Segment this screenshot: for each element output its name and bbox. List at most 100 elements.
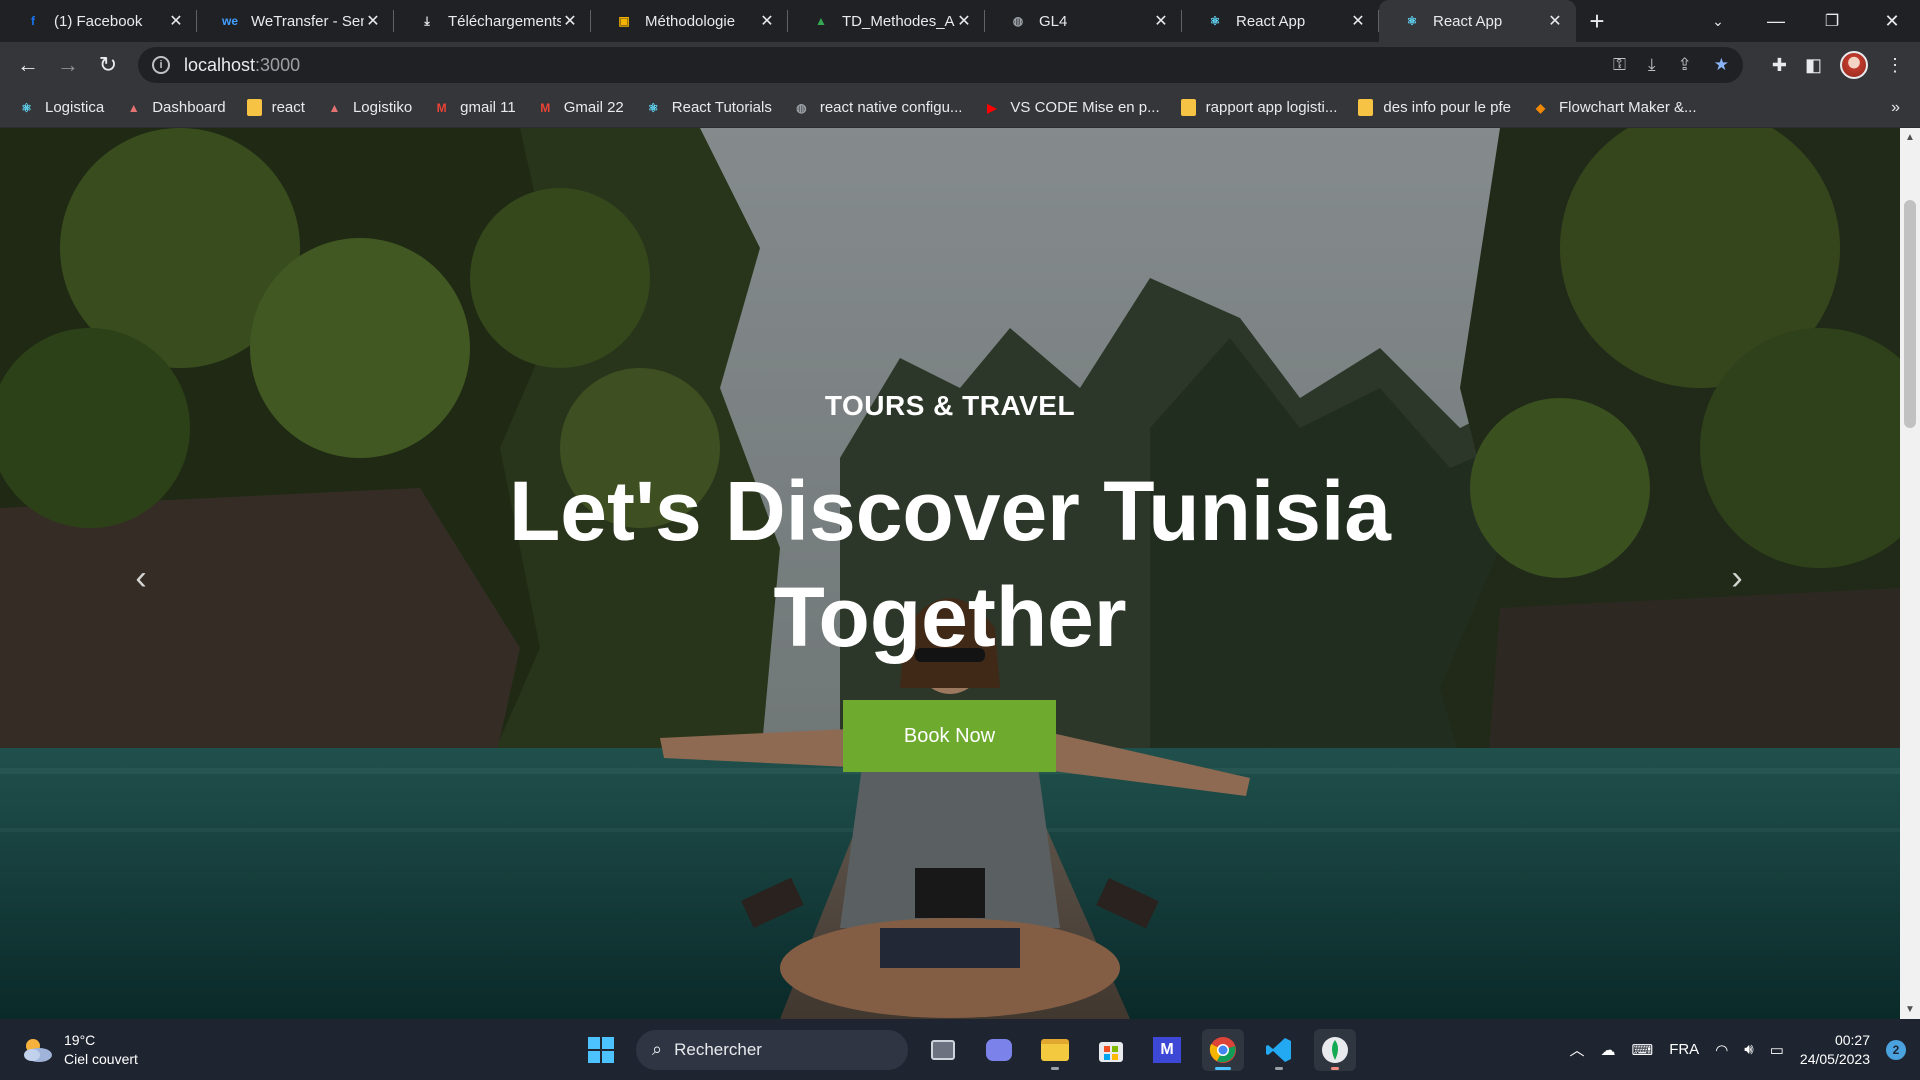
carousel-next-icon[interactable]: ›: [1712, 553, 1762, 603]
tab-close-icon[interactable]: ✕: [364, 11, 382, 31]
tab-close-icon[interactable]: ✕: [1546, 11, 1564, 31]
clock-time: 00:27: [1834, 1031, 1870, 1048]
windows-start-icon[interactable]: [580, 1029, 622, 1071]
close-window-button[interactable]: ✕: [1864, 0, 1920, 42]
bookmark-8[interactable]: ▶ VS CODE Mise en p...: [983, 99, 1159, 116]
scroll-down-icon[interactable]: ▼: [1900, 1004, 1920, 1015]
forward-button[interactable]: →: [48, 45, 88, 85]
browser-toolbar: ← → ↻ i localhost:3000 ⚿ ⤓ ⇪ ★ ✚ ◧ ⋮: [0, 42, 1920, 88]
install-app-icon[interactable]: ⤓: [1648, 55, 1656, 75]
tab-3[interactable]: ▣ Méthodologie ✕: [591, 0, 788, 42]
tab-close-icon[interactable]: ✕: [561, 11, 579, 31]
minimize-button[interactable]: —: [1748, 0, 1804, 42]
tab-close-icon[interactable]: ✕: [167, 11, 185, 31]
hero-subtitle: TOURS & TRAVEL: [824, 390, 1076, 421]
web-page: TOURS & TRAVEL Let's Discover Tunisia To…: [0, 128, 1900, 1019]
weather-widget[interactable]: 19°C Ciel couvert: [20, 1031, 138, 1069]
bookmark-0[interactable]: ⚛ Logistica: [18, 99, 104, 116]
system-tray: ︿ ☁ ⌨ FRA ◠ 🔊︎ ▭ 00:27 24/05/2023 2: [1570, 1019, 1906, 1080]
globe-icon: ◍: [1012, 14, 1024, 28]
bookmark-6[interactable]: ⚛ React Tutorials: [645, 99, 772, 116]
wetransfer-icon: we: [221, 14, 238, 28]
reload-button[interactable]: ↻: [88, 45, 128, 85]
bookmark-list: ⚛ Logistica ▲ Dashboard react ▲ Logistiko Mgmai…: [18, 99, 1718, 116]
back-button[interactable]: ←: [8, 45, 48, 85]
book-now-button[interactable]: Book Now: [843, 700, 1056, 772]
wifi-icon[interactable]: ◠: [1715, 1041, 1728, 1059]
vs-studio-icon[interactable]: M: [1146, 1029, 1188, 1071]
tab-close-icon[interactable]: ✕: [758, 11, 776, 31]
tab-title: (1) Facebook: [54, 12, 143, 30]
profile-avatar[interactable]: [1840, 51, 1868, 79]
address-bar-actions: ⚿ ⤓ ⇪ ★: [1613, 47, 1729, 83]
tab-search-icon[interactable]: ⌄: [1690, 0, 1746, 42]
folder-icon: [1358, 99, 1374, 116]
site-info-icon[interactable]: i: [152, 56, 170, 74]
tab-5[interactable]: ◍ GL4 ✕: [985, 0, 1182, 42]
tab-close-icon[interactable]: ✕: [955, 11, 973, 31]
bookmark-star-icon[interactable]: ★: [1714, 55, 1729, 75]
new-tab-button[interactable]: +: [1576, 0, 1618, 42]
gmail-icon: M: [436, 100, 447, 115]
scroll-up-icon[interactable]: ▲: [1900, 132, 1920, 143]
tab-title: GL4: [1039, 12, 1068, 30]
language-indicator[interactable]: FRA: [1669, 1041, 1699, 1058]
tab-title: WeTransfer - Send: [251, 12, 364, 30]
taskbar-search-input[interactable]: ⌕ Rechercher: [636, 1029, 908, 1070]
mongodb-compass-icon[interactable]: [1314, 1028, 1356, 1071]
react-icon: ⚛: [647, 100, 659, 115]
hero-title: Let's Discover Tunisia Together: [0, 458, 1900, 670]
bookmark-5[interactable]: M Gmail 22: [537, 99, 624, 116]
side-panel-icon[interactable]: ◧: [1805, 55, 1822, 76]
menu-icon[interactable]: ⋮: [1886, 55, 1904, 76]
toolbar-right: ✚ ◧ ⋮: [1772, 42, 1920, 88]
notification-badge[interactable]: 2: [1886, 1039, 1906, 1060]
carousel-prev-icon[interactable]: ‹: [116, 553, 166, 603]
vscode-icon[interactable]: [1258, 1029, 1300, 1071]
keyboard-icon[interactable]: ⌨: [1632, 1041, 1654, 1059]
scrollbar-thumb[interactable]: [1904, 200, 1916, 428]
tab-close-icon[interactable]: ✕: [1152, 11, 1170, 31]
react-icon: ⚛: [21, 100, 32, 115]
bookmark-3[interactable]: ▲ Logistiko: [326, 99, 413, 116]
show-hidden-icons-icon[interactable]: ︿: [1570, 1039, 1585, 1060]
bookmark-label: des info pour le pfe: [1383, 99, 1511, 116]
tab-2[interactable]: ⤓ Téléchargements ✕: [394, 0, 591, 42]
bookmark-label: React Tutorials: [671, 99, 772, 116]
bookmarks-bar: ⚛ Logistica ▲ Dashboard react ▲ Logistiko Mgmai…: [0, 88, 1920, 128]
address-bar[interactable]: i localhost:3000 ⚿ ⤓ ⇪ ★: [138, 47, 1743, 83]
bookmark-label: Dashboard: [152, 99, 226, 116]
bookmark-2[interactable]: react: [246, 99, 305, 116]
tab-1[interactable]: we WeTransfer - Send✕: [197, 0, 394, 42]
teams-chat-icon[interactable]: [978, 1029, 1020, 1071]
restore-button[interactable]: ❐: [1804, 0, 1860, 42]
gmail-icon: M: [540, 100, 551, 115]
more-bookmarks-icon[interactable]: »: [1891, 88, 1900, 128]
bookmark-11[interactable]: ◆ Flowchart Maker &...: [1532, 99, 1697, 116]
volume-icon[interactable]: 🔊︎: [1744, 1041, 1753, 1058]
url-host: localhost: [184, 54, 256, 75]
bookmark-1[interactable]: ▲ Dashboard: [125, 99, 226, 116]
task-view-icon[interactable]: [922, 1029, 964, 1071]
page-scrollbar[interactable]: ▲ ▼: [1900, 128, 1920, 1019]
file-explorer-icon[interactable]: [1034, 1029, 1076, 1071]
tab-title: React App: [1236, 12, 1306, 30]
tab-6[interactable]: ⚛ React App ✕: [1182, 0, 1379, 42]
tab-7[interactable]: ⚛ React App ✕: [1379, 0, 1576, 42]
bookmark-10[interactable]: des info pour le pfe: [1358, 99, 1511, 116]
bookmark-7[interactable]: ◍ react native configu...: [793, 99, 962, 116]
microsoft-store-icon[interactable]: [1090, 1029, 1132, 1071]
tab-0[interactable]: f (1) Facebook ✕: [0, 0, 197, 42]
bookmark-4[interactable]: Mgmail 11: [433, 99, 516, 116]
tab-4[interactable]: ▲ TD_Methodes_Agiles✕: [788, 0, 985, 42]
onedrive-icon[interactable]: ☁: [1601, 1041, 1616, 1059]
bookmark-9[interactable]: rapport app logisti...: [1180, 99, 1337, 116]
extensions-icon[interactable]: ✚: [1772, 55, 1787, 76]
clock[interactable]: 00:27 24/05/2023: [1800, 1031, 1870, 1069]
battery-icon[interactable]: ▭: [1770, 1041, 1784, 1059]
chrome-icon[interactable]: [1202, 1028, 1244, 1071]
share-icon[interactable]: ⇪: [1678, 55, 1692, 75]
key-icon[interactable]: ⚿: [1613, 55, 1626, 75]
tab-close-icon[interactable]: ✕: [1349, 11, 1367, 31]
bookmark-label: react: [271, 99, 305, 116]
